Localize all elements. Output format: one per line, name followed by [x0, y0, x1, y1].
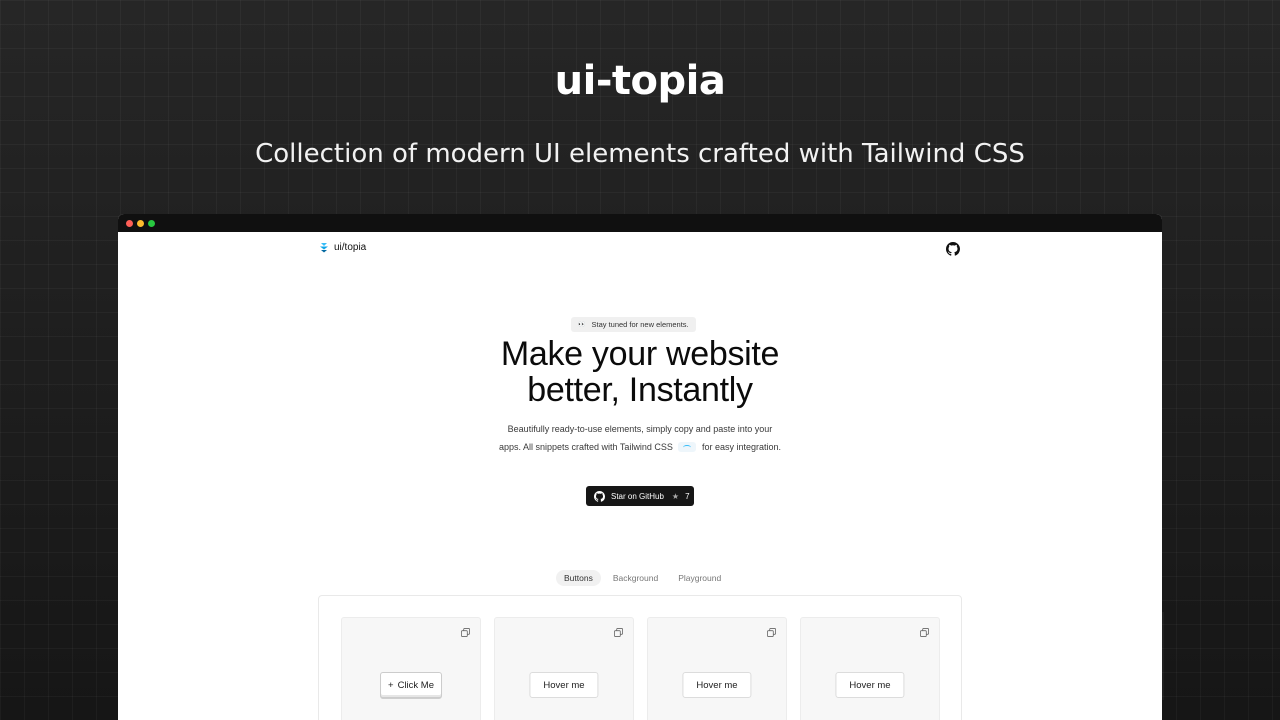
logo-text: ui/topia	[334, 242, 367, 253]
tailwind-icon	[678, 442, 697, 453]
tab-buttons[interactable]: Buttons	[556, 570, 601, 586]
hero-title: ui-topia	[554, 58, 726, 104]
category-tabs: Buttons Background Playground	[556, 570, 729, 586]
element-card: Hover me	[494, 617, 634, 720]
description-line-2-start: apps. All snippets crafted with Tailwind…	[498, 441, 673, 452]
github-icon[interactable]	[946, 242, 960, 256]
star-on-github-button[interactable]: Star on GitHub ★ 7	[586, 486, 694, 506]
hover-me-button[interactable]: Hover me	[835, 672, 905, 698]
eyes-icon: 👀	[578, 322, 586, 328]
site-logo[interactable]: ui/topia	[319, 242, 366, 253]
website-viewport: ui/topia 👀 Stay tuned for new elements. …	[118, 232, 1162, 720]
hero-subtitle: Collection of modern UI elements crafted…	[255, 139, 1025, 169]
close-window-dot[interactable]	[126, 219, 133, 227]
hover-me-button[interactable]: Hover me	[682, 672, 752, 698]
tab-playground[interactable]: Playground	[670, 570, 729, 586]
maximize-window-dot[interactable]	[148, 219, 155, 227]
element-card: Hover me	[800, 617, 940, 720]
copy-icon[interactable]	[920, 628, 929, 637]
heading-line-2: better, Instantly	[527, 371, 753, 409]
decorative-glow	[1044, 612, 1164, 700]
copy-icon[interactable]	[614, 628, 623, 637]
hero-description: Beautifully ready-to-use elements, simpl…	[118, 421, 1162, 456]
star-icon: ★	[671, 491, 680, 501]
card-button-label: Click Me	[397, 679, 434, 691]
hover-me-button[interactable]: Hover me	[529, 672, 599, 698]
copy-icon[interactable]	[767, 628, 776, 637]
announcement-badge: 👀 Stay tuned for new elements.	[571, 317, 696, 332]
minimize-window-dot[interactable]	[137, 219, 144, 227]
description-line-1: Beautifully ready-to-use elements, simpl…	[507, 424, 773, 434]
element-card: Hover me	[647, 617, 787, 720]
github-icon	[594, 490, 605, 502]
heading-line-1: Make your website	[500, 335, 780, 373]
main-heading: Make your website better, Instantly	[118, 336, 1162, 408]
copy-icon[interactable]	[461, 628, 470, 637]
browser-window: ui/topia 👀 Stay tuned for new elements. …	[118, 214, 1162, 720]
element-card: + Click Me	[341, 617, 481, 720]
click-me-button[interactable]: + Click Me	[380, 672, 442, 698]
badge-text: Stay tuned for new elements.	[591, 320, 689, 329]
plus-icon: +	[388, 679, 394, 691]
tab-background[interactable]: Background	[605, 570, 666, 586]
star-count: 7	[685, 491, 690, 501]
description-line-2-end: for easy integration.	[701, 441, 781, 452]
browser-titlebar	[118, 214, 1162, 232]
elements-panel: + Click Me Hover me Hover me Hover me	[318, 595, 962, 720]
star-button-label: Star on GitHub	[611, 491, 664, 501]
description-line-2: apps. All snippets crafted with Tailwind…	[118, 439, 1162, 457]
logo-icon	[320, 243, 328, 253]
